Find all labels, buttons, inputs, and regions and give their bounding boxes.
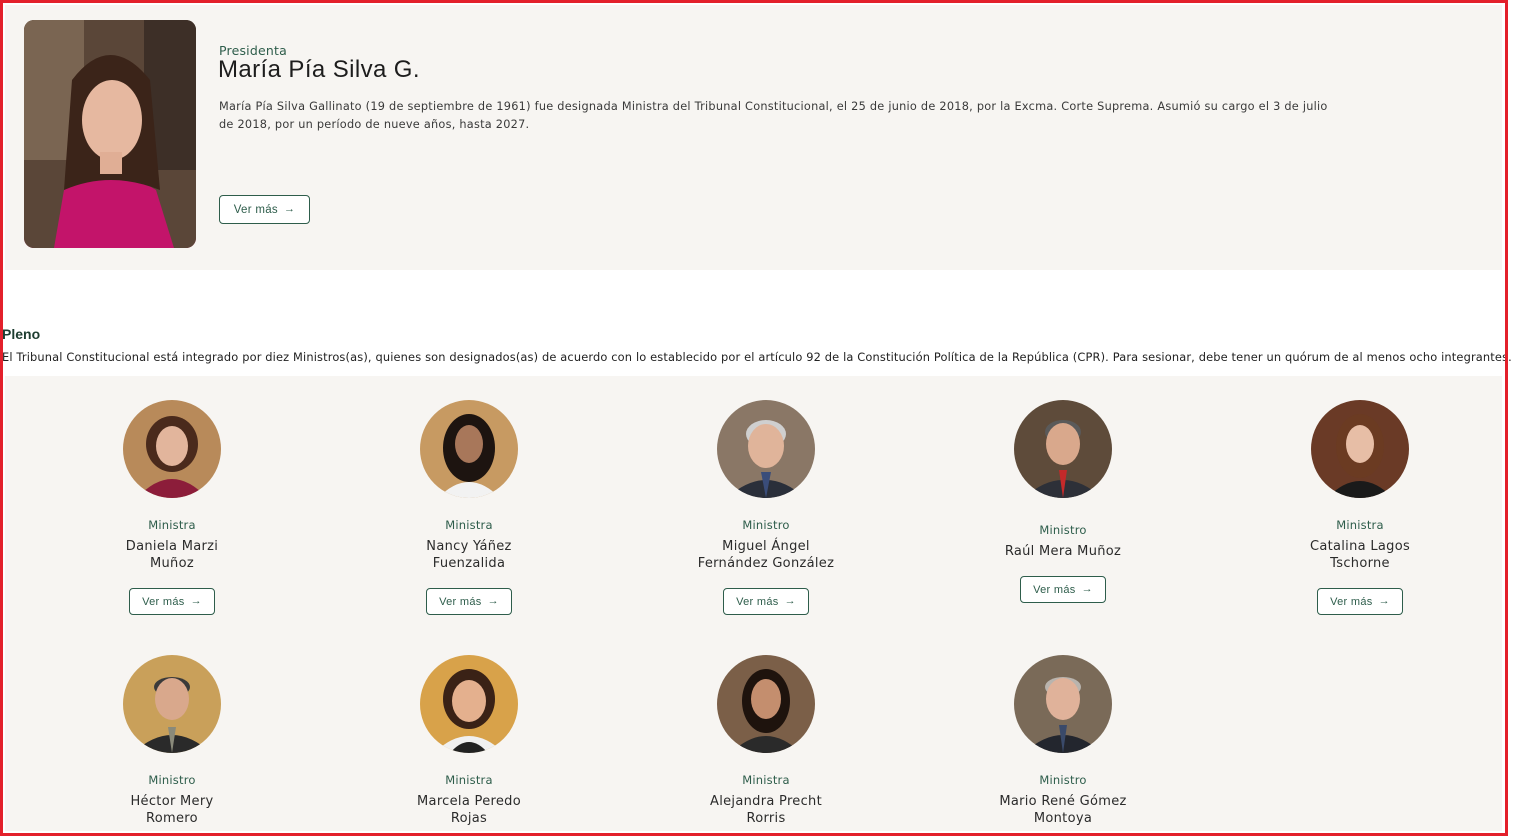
button-label: Ver más (233, 203, 278, 216)
button-label: Ver más (439, 595, 482, 608)
member-role: Ministro (1039, 523, 1087, 537)
member-name: Raúl Mera Muñoz (953, 543, 1173, 560)
button-label: Ver más (1330, 595, 1373, 608)
member-photo (123, 655, 221, 753)
member-name: Daniela Marzi Muñoz (62, 538, 282, 572)
member-name-line: Alejandra Precht (710, 794, 822, 809)
arrow-right-icon: → (190, 595, 202, 607)
member-name: Nancy Yáñez Fuenzalida (359, 538, 579, 572)
president-photo (24, 20, 196, 248)
arrow-right-icon: → (1081, 583, 1093, 595)
section-description: El Tribunal Constitucional está integrad… (2, 350, 1512, 364)
member-name-line: Catalina Lagos (1309, 539, 1411, 554)
president-name: María Pía Silva G. (218, 56, 420, 83)
member-card: Ministra Alejandra Precht Rorris (656, 655, 876, 827)
member-card: Ministra Marcela Peredo Rojas (359, 655, 579, 827)
member-name-line: Raúl Mera Muñoz (1004, 544, 1122, 559)
member-name-line: Héctor Mery (130, 794, 214, 809)
president-description: María Pía Silva Gallinato (19 de septiem… (219, 100, 1328, 131)
arrow-right-icon: → (283, 203, 296, 215)
member-ver-mas-button[interactable]: Ver más → (1020, 576, 1106, 603)
member-name-line: Daniela Marzi (125, 539, 219, 554)
member-name-line: Fernández González (697, 556, 835, 571)
president-ver-mas-button[interactable]: Ver más → (219, 195, 310, 224)
arrow-right-icon: → (1378, 595, 1390, 607)
section-title: Pleno (2, 326, 41, 342)
member-role: Ministra (445, 518, 493, 532)
member-photo (420, 400, 518, 498)
member-name-line: Montoya (1033, 811, 1093, 826)
member-ver-mas-button[interactable]: Ver más → (723, 588, 809, 615)
member-ver-mas-button[interactable]: Ver más → (129, 588, 215, 615)
member-card: Ministra Catalina Lagos Tschorne Ver más… (1250, 400, 1470, 615)
member-photo (420, 655, 518, 753)
member-name-line: Mario René Gómez (999, 794, 1127, 809)
member-role: Ministra (148, 518, 196, 532)
member-name: Héctor Mery Romero (62, 793, 282, 827)
member-card: Ministro Héctor Mery Romero (62, 655, 282, 827)
arrow-right-icon: → (487, 595, 499, 607)
member-name: Alejandra Precht Rorris (656, 793, 876, 827)
arrow-right-icon: → (784, 595, 796, 607)
button-label: Ver más (1033, 583, 1076, 596)
member-role: Ministro (1039, 773, 1087, 787)
member-role: Ministro (148, 773, 196, 787)
member-name-line: Marcela Peredo (417, 794, 521, 809)
member-name-line: Fuenzalida (432, 556, 506, 571)
member-role: Ministra (445, 773, 493, 787)
member-photo (717, 400, 815, 498)
member-name: Miguel Ángel Fernández González (656, 538, 876, 572)
member-name-line: Rorris (746, 811, 786, 826)
member-name-line: Muñoz (150, 556, 194, 571)
member-card: Ministro Miguel Ángel Fernández González… (656, 400, 876, 615)
member-ver-mas-button[interactable]: Ver más → (426, 588, 512, 615)
member-photo (1014, 655, 1112, 753)
button-label: Ver más (736, 595, 779, 608)
member-card: Ministro Mario René Gómez Montoya (953, 655, 1173, 827)
member-photo (123, 400, 221, 498)
member-role: Ministra (1336, 518, 1384, 532)
member-role: Ministro (742, 518, 790, 532)
member-name: Marcela Peredo Rojas (359, 793, 579, 827)
member-card: Ministra Daniela Marzi Muñoz Ver más → (62, 400, 282, 615)
member-ver-mas-button[interactable]: Ver más → (1317, 588, 1403, 615)
member-photo (1014, 400, 1112, 498)
member-name-line: Nancy Yáñez (426, 539, 512, 554)
button-label: Ver más (142, 595, 185, 608)
member-name-line: Rojas (450, 811, 488, 826)
member-photo (717, 655, 815, 753)
member-name-line: Miguel Ángel (722, 539, 810, 554)
member-card: Ministro Raúl Mera Muñoz Ver más → (953, 400, 1173, 603)
member-role: Ministra (742, 773, 790, 787)
member-name-line: Romero (146, 811, 198, 826)
member-name-line: Tschorne (1330, 556, 1390, 571)
member-name: Catalina Lagos Tschorne (1250, 538, 1470, 572)
member-card: Ministra Nancy Yáñez Fuenzalida Ver más … (359, 400, 579, 615)
president-card: Presidenta María Pía Silva G. María Pía … (5, 5, 1502, 270)
member-photo (1311, 400, 1409, 498)
member-name: Mario René Gómez Montoya (953, 793, 1173, 827)
